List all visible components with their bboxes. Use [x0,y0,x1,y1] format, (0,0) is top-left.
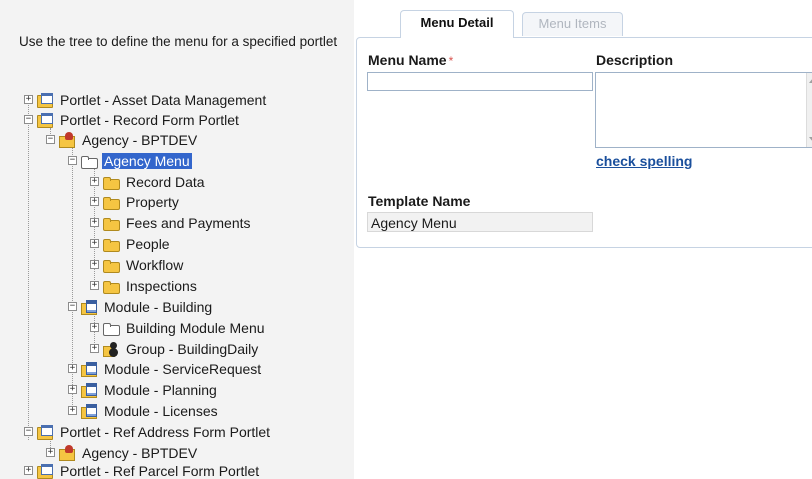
folder-icon [102,194,120,210]
tree-node-label: Module - ServiceRequest [104,361,262,377]
tree-node-inspections[interactable]: Inspections [102,277,199,295]
tree-node-label: Module - Planning [104,382,217,398]
tree-node-label: Record Data [126,174,205,190]
tree-node-label: Fees and Payments [126,215,251,231]
folder-icon [102,236,120,252]
tree-node-label: Portlet - Ref Parcel Form Portlet [60,463,260,479]
tree-node-label: Module - Licenses [104,403,218,419]
template-name-label: Template Name [368,193,471,209]
tree-node-label: Portlet - Asset Data Management [60,92,267,108]
expand-toggle[interactable]: + [90,239,99,248]
tree-node-portlet-refparcel[interactable]: Portlet - Ref Parcel Form Portlet [36,462,261,479]
check-spelling-link[interactable]: check spelling [596,153,692,169]
expand-toggle[interactable]: + [46,448,55,457]
tree-node-agency-bptdev[interactable]: Agency - BPTDEV [58,131,199,149]
tree-node-module-licenses[interactable]: Module - Licenses [80,402,220,420]
template-name-field: Agency Menu [367,212,593,232]
agency-icon [58,132,76,148]
tree-node-label: Inspections [126,278,197,294]
module-icon [80,361,98,377]
tree-node-label: Portlet - Record Form Portlet [60,112,239,128]
expand-toggle[interactable]: + [90,281,99,290]
tree-node-portlet-refaddress[interactable]: Portlet - Ref Address Form Portlet [36,423,272,441]
expand-toggle[interactable]: + [90,260,99,269]
tree-node-label: Agency Menu [102,153,192,169]
open-folder-icon [102,320,120,336]
tree-node-label: Workflow [126,257,184,273]
tree-node-label: Agency - BPTDEV [82,445,198,461]
tree-node-building-module-menu[interactable]: Building Module Menu [102,319,267,337]
tree-node-label: Group - BuildingDaily [126,341,259,357]
tree-node-agency-bptdev-2[interactable]: Agency - BPTDEV [58,444,199,462]
tree-node-module-servicerequest[interactable]: Module - ServiceRequest [80,360,263,378]
tree-node-group-buildingdaily[interactable]: Group - BuildingDaily [102,340,260,358]
expand-toggle[interactable]: + [68,385,77,394]
expand-toggle[interactable]: + [90,344,99,353]
tree-node-workflow[interactable]: Workflow [102,256,185,274]
expand-toggle[interactable]: + [90,197,99,206]
description-scrollbar[interactable] [806,73,812,147]
expand-toggle[interactable]: + [24,466,33,475]
portlet-icon [36,424,54,440]
expand-toggle[interactable]: + [90,177,99,186]
expand-toggle[interactable]: + [90,323,99,332]
menu-name-label-text: Menu Name [368,52,447,68]
expand-toggle[interactable]: + [68,364,77,373]
collapse-toggle[interactable]: − [24,115,33,124]
collapse-toggle[interactable]: − [46,135,55,144]
tree-connector [28,100,29,440]
collapse-toggle[interactable]: − [68,302,77,311]
tree-node-label: Agency - BPTDEV [82,132,198,148]
module-icon [80,403,98,419]
module-icon [80,299,98,315]
tree-pane: Use the tree to define the menu for a sp… [0,0,354,479]
folder-icon [102,257,120,273]
tree-node-label: Building Module Menu [126,320,265,336]
portlet-icon [36,112,54,128]
tree-node-label: Module - Building [104,299,213,315]
menu-name-input[interactable] [367,72,593,91]
tree-node-property[interactable]: Property [102,193,181,211]
tree-node-label: People [126,236,170,252]
collapse-toggle[interactable]: − [68,156,77,165]
tree-node-portlet-record[interactable]: Portlet - Record Form Portlet [36,111,241,129]
expand-toggle[interactable]: + [68,406,77,415]
tree-node-module-planning[interactable]: Module - Planning [80,381,219,399]
tab-menu-items[interactable]: Menu Items [522,12,623,36]
tree-node-label: Portlet - Ref Address Form Portlet [60,424,271,440]
portlet-icon [36,92,54,108]
portlet-icon [36,463,54,479]
description-textarea[interactable] [595,72,812,148]
group-icon [102,341,120,357]
folder-icon [102,174,120,190]
agency-icon [58,445,76,461]
tree-node-record-data[interactable]: Record Data [102,173,207,191]
menu-tree: + Portlet - Asset Data Management − Port… [0,0,354,479]
required-marker: * [448,54,454,68]
tree-node-agency-menu[interactable]: Agency Menu [80,152,192,170]
folder-icon [102,278,120,294]
collapse-toggle[interactable]: − [24,427,33,436]
tree-node-people[interactable]: People [102,235,172,253]
tab-menu-detail[interactable]: Menu Detail [400,10,514,38]
menu-name-label: Menu Name * [368,52,453,68]
tree-node-module-building[interactable]: Module - Building [80,298,214,316]
expand-toggle[interactable]: + [90,218,99,227]
folder-icon [102,215,120,231]
open-folder-icon [80,153,98,169]
description-label: Description [596,52,674,68]
tree-node-portlet-asset[interactable]: Portlet - Asset Data Management [36,91,268,109]
expand-toggle[interactable]: + [24,95,33,104]
module-icon [80,382,98,398]
tree-node-fees-payments[interactable]: Fees and Payments [102,214,253,232]
tree-node-label: Property [126,194,179,210]
